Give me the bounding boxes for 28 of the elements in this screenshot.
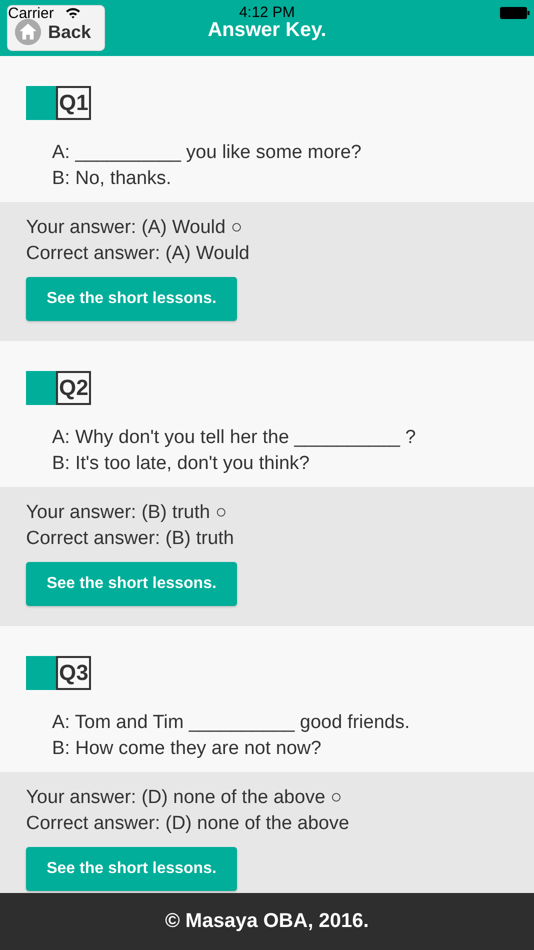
question-number: Q2 (56, 371, 92, 405)
dialogue-line: B: It's too late, don't you think? (52, 452, 311, 476)
label-accent (26, 86, 56, 120)
your-answer: Your answer: (A) Would ○ (26, 216, 244, 240)
copyright-text: © Masaya OBA, 2016. (165, 910, 369, 933)
question-number: Q3 (56, 656, 92, 690)
wifi-icon (65, 7, 81, 19)
battery-icon (500, 7, 530, 19)
dialogue-line: A: Why don't you tell her the __________ ? (52, 426, 417, 450)
dialogue-line: B: No, thanks. (52, 167, 172, 191)
question-number: Q1 (56, 86, 92, 120)
status-time: 4:12 PM (238, 4, 296, 21)
correct-answer: Correct answer: (B) truth (26, 527, 235, 551)
screen-title: Answer Key. (208, 19, 326, 42)
your-answer: Your answer: (D) none of the above ○ (26, 786, 344, 810)
carrier-label: Carrier (8, 5, 54, 22)
dialogue-line: A: Tom and Tim __________ good friends. (52, 711, 411, 735)
lessons-button[interactable]: See the short lessons. (26, 277, 237, 321)
dialogue-line: A: __________ you like some more? (52, 141, 362, 165)
label-accent (26, 371, 56, 405)
correct-answer: Correct answer: (A) Would (26, 242, 250, 266)
correct-answer: Correct answer: (D) none of the above (26, 812, 350, 836)
dialogue-line: B: How come they are not now? (52, 737, 322, 761)
lessons-button[interactable]: See the short lessons. (26, 562, 237, 606)
label-accent (26, 656, 56, 690)
lessons-button[interactable]: See the short lessons. (26, 847, 237, 891)
your-answer: Your answer: (B) truth ○ (26, 501, 228, 525)
home-icon (14, 18, 42, 46)
